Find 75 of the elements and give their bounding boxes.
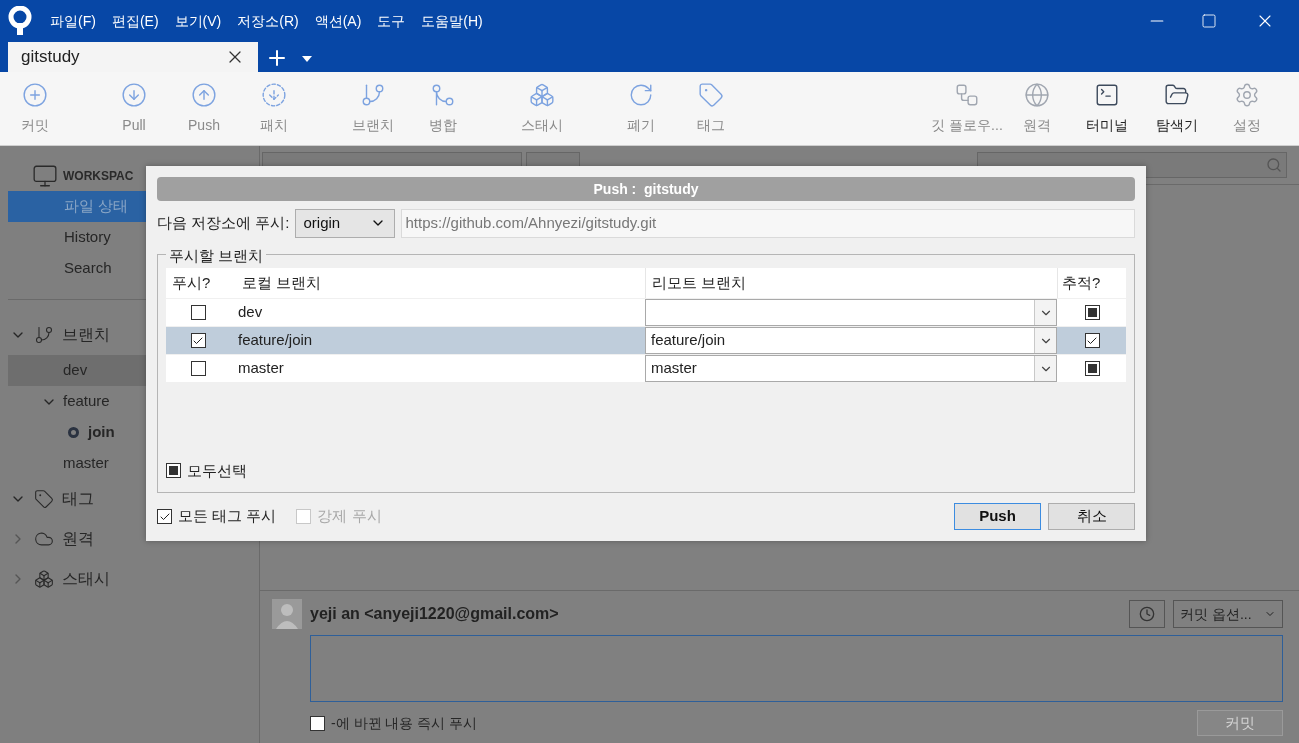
checkbox[interactable] — [310, 715, 325, 731]
checkbox[interactable] — [190, 333, 206, 348]
menu-item[interactable]: 도움말(H) — [421, 10, 483, 32]
toolbar-button[interactable]: 스태시 — [507, 81, 577, 136]
table-cell-text: dev — [237, 302, 264, 322]
branch-item[interactable]: join — [8, 417, 259, 448]
checkbox[interactable] — [157, 509, 172, 524]
checkbox[interactable] — [190, 305, 206, 320]
branch-row[interactable]: master master — [166, 354, 1126, 382]
column-header: 로컬 브랜치 — [241, 272, 323, 293]
remote-branch-dropdown[interactable]: feature/join — [645, 327, 1057, 354]
stash-icon — [34, 569, 54, 589]
stash-icon — [529, 81, 555, 108]
menu-item[interactable]: 편집(E) — [111, 10, 159, 32]
checkbox[interactable] — [190, 361, 206, 376]
repo-tab[interactable]: gitstudy — [8, 42, 258, 72]
toolbar-button[interactable]: 원격 — [1002, 81, 1072, 136]
table-cell-text: feature/join — [237, 330, 314, 350]
branch-icon — [34, 325, 54, 345]
toolbar-button[interactable]: 패치 — [239, 81, 309, 136]
toolbar-button[interactable]: Pull — [99, 81, 169, 136]
author-text: yeji an <anyeji1220@gmail.com> — [310, 604, 559, 624]
maximize-icon[interactable] — [1201, 13, 1217, 29]
search-icon — [1266, 157, 1282, 173]
menu-item[interactable]: 도구 — [377, 10, 406, 32]
toolbar-button[interactable]: 병합 — [408, 81, 478, 136]
menu-item[interactable]: 보기(V) — [174, 10, 222, 32]
arrow-up-icon — [191, 81, 217, 108]
globe-icon — [1024, 81, 1050, 108]
column-header: 푸시? — [171, 272, 212, 293]
commit-options-dropdown[interactable]: 커밋 옵션... — [1173, 600, 1283, 628]
toolbar-button[interactable]: 폐기 — [606, 81, 676, 136]
dialog-button[interactable]: 취소 — [1048, 503, 1135, 530]
history-button[interactable] — [1129, 600, 1165, 628]
toolbar-button[interactable]: Push — [169, 81, 239, 136]
remote-dropdown[interactable]: origin — [294, 208, 395, 238]
logo-icon — [8, 6, 32, 36]
sidebar-section[interactable]: 스태시 — [0, 559, 259, 599]
toolbar-button[interactable]: 커밋 — [0, 81, 70, 136]
checkbox[interactable] — [1084, 333, 1100, 348]
toolbar-button[interactable]: 설정 — [1212, 81, 1282, 136]
tag-icon — [34, 489, 54, 509]
toolbar-button[interactable]: 탐색기 — [1142, 81, 1212, 136]
menu-item[interactable]: 파일(F) — [50, 10, 96, 32]
checkbox[interactable] — [1084, 361, 1100, 376]
toolbar-button[interactable]: 브랜치 — [338, 81, 408, 136]
current-branch-icon — [68, 427, 79, 438]
toolbar-button[interactable]: 깃 플로우... — [932, 81, 1002, 136]
remote-branch-dropdown[interactable]: master — [645, 355, 1057, 382]
dropdown-caret-icon[interactable] — [302, 56, 312, 62]
dashed-arrow-down-icon — [261, 81, 287, 108]
checkbox-label: 모두선택 — [187, 460, 247, 481]
toolbar-button[interactable]: 태그 — [676, 81, 746, 136]
commit-message-field[interactable] — [310, 635, 1283, 702]
checkbox-label: 모든 태그 푸시 — [178, 506, 277, 527]
arrow-down-icon — [121, 81, 147, 108]
clock-icon — [1139, 606, 1155, 622]
dialog-button[interactable]: Push — [954, 503, 1041, 530]
section-title: WORKSPAC — [63, 167, 134, 185]
branch-row[interactable]: feature/join feature/join — [166, 326, 1126, 354]
branch-row[interactable]: dev — [166, 298, 1126, 326]
checkbox-label: 강제 푸시 — [317, 506, 382, 527]
checkbox-label: -에 바뀐 내용 즉시 푸시 — [331, 713, 478, 733]
menu-item[interactable]: 저장소(R) — [237, 10, 299, 32]
tag-icon — [698, 81, 724, 108]
dialog-title: Push : gitstudy — [157, 177, 1135, 201]
checkbox[interactable] — [1084, 305, 1100, 320]
menu-item[interactable]: 액션(A) — [314, 10, 362, 32]
url-field: https://github.com/Ahnyezi/gitstudy.git — [400, 208, 1135, 238]
checkbox[interactable] — [166, 463, 181, 479]
settings-icon — [1234, 81, 1260, 108]
toolbar-button[interactable]: 터미널 — [1072, 81, 1142, 136]
branch-item[interactable]: feature — [8, 386, 259, 417]
avatar-icon — [272, 599, 302, 629]
plus-icon — [22, 81, 48, 108]
